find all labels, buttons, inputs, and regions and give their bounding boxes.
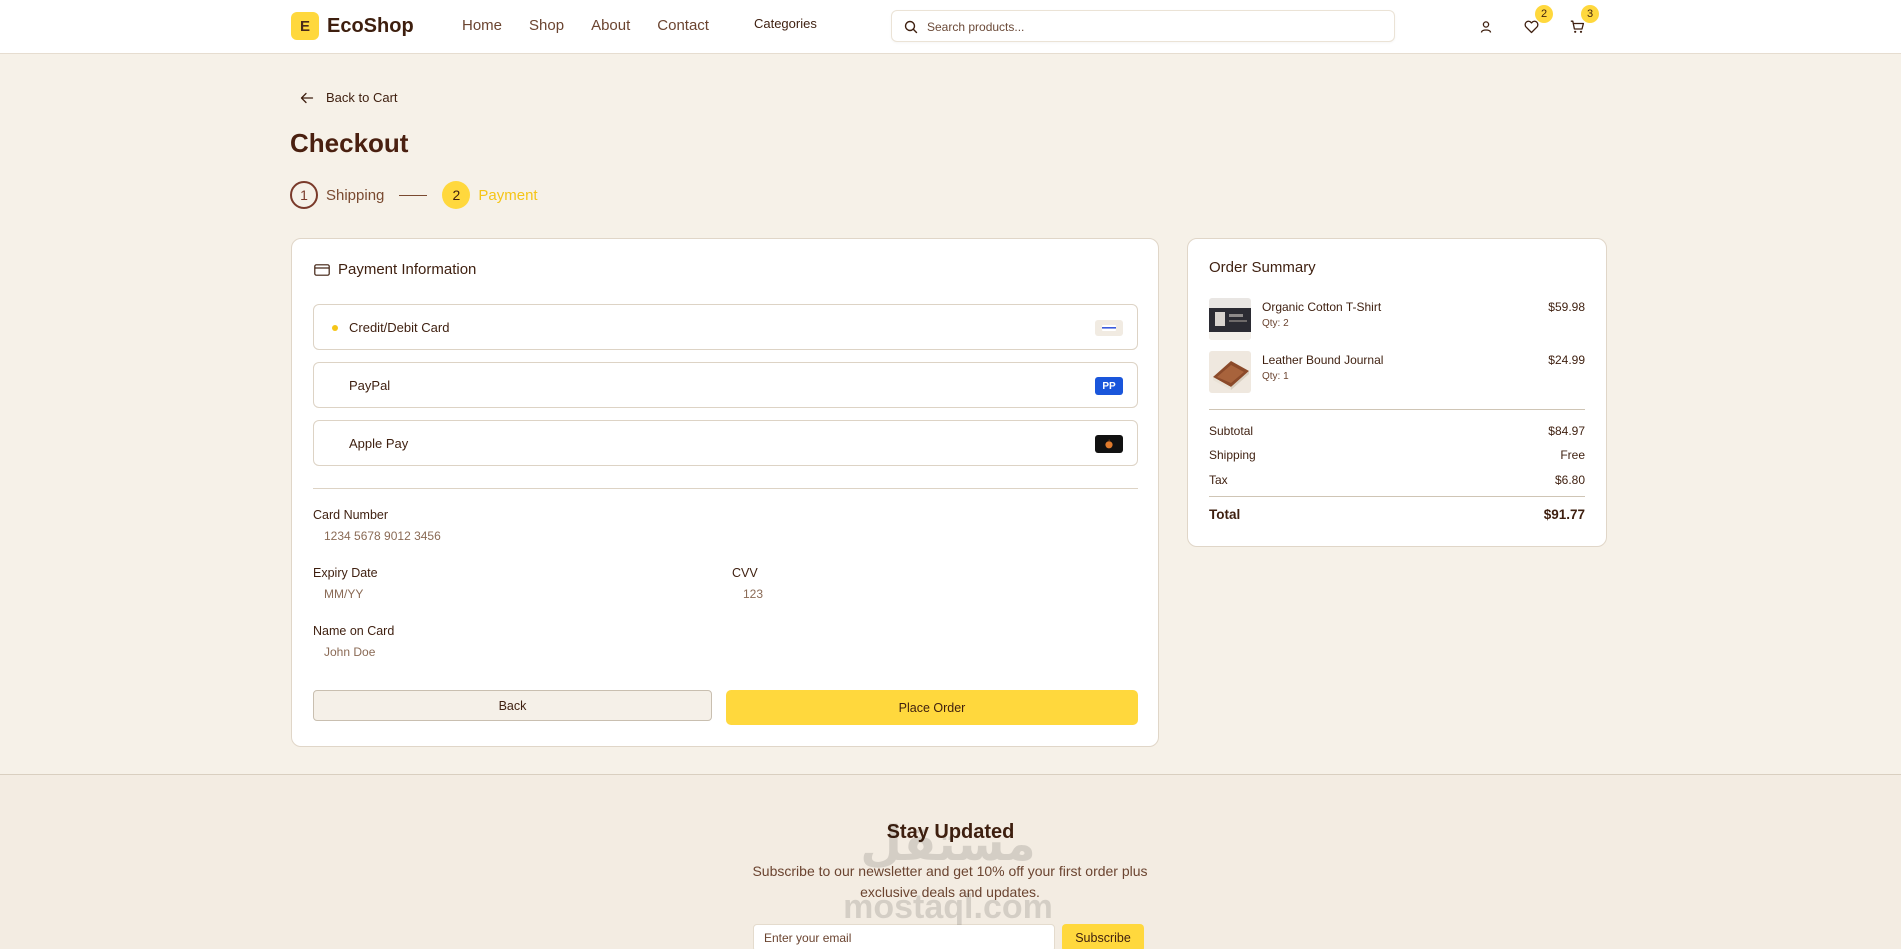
method-paypal[interactable]: PayPal PP	[313, 362, 1138, 408]
tax-row: Tax $6.80	[1209, 473, 1585, 487]
total-divider	[1209, 496, 1585, 497]
item-price: $59.98	[1548, 300, 1585, 314]
method-apple-pay-radio[interactable]	[332, 441, 338, 447]
nav-shop[interactable]: Shop	[529, 17, 564, 34]
card-number-label: Card Number	[313, 508, 389, 522]
nav-contact[interactable]: Contact	[657, 17, 709, 34]
product-thumbnail-journal	[1209, 351, 1251, 393]
cvv-input[interactable]	[743, 583, 1123, 605]
total-row: Total $91.77	[1209, 507, 1585, 522]
item-name: Organic Cotton T-Shirt	[1262, 300, 1382, 314]
cvv-label: CVV	[732, 566, 758, 580]
method-apple-pay[interactable]: Apple Pay	[313, 420, 1138, 466]
newsletter-title: Stay Updated	[886, 821, 1015, 843]
shipping-row: Shipping Free	[1209, 448, 1585, 462]
tax-value: $6.80	[1554, 473, 1585, 487]
step-shipping[interactable]: 1 Shipping	[290, 181, 384, 209]
method-apple-pay-label: Apple Pay	[349, 436, 409, 451]
cart-count-badge: 3	[1581, 5, 1599, 23]
nav-categories[interactable]: Categories	[754, 16, 817, 33]
item-qty: Qty: 1	[1262, 371, 1289, 382]
order-summary-panel: Order Summary Organic Cotton T-Shirt Qty…	[1187, 238, 1607, 547]
step-connector	[399, 194, 428, 196]
wishlist-button[interactable]: 2	[1521, 5, 1553, 37]
subtotal-value: $84.97	[1548, 424, 1585, 438]
paypal-icon: PP	[1095, 377, 1123, 395]
back-to-cart-link[interactable]: Back to Cart	[300, 90, 398, 105]
product-thumbnail-tshirt	[1209, 298, 1251, 340]
subtotal-label: Subtotal	[1209, 424, 1254, 438]
total-value: $91.77	[1543, 507, 1585, 522]
cart-button[interactable]: 3	[1567, 5, 1599, 37]
nav-home[interactable]: Home	[462, 17, 502, 34]
site-header: E EcoShop Home Shop About Contact Catego…	[0, 0, 1901, 54]
summary-item: Organic Cotton T-Shirt Qty: 2 $59.98	[1209, 298, 1585, 342]
summary-item: Leather Bound Journal Qty: 1 $24.99	[1209, 351, 1585, 395]
summary-divider	[1209, 409, 1585, 410]
subscribe-button[interactable]: Subscribe	[1062, 924, 1144, 949]
subtotal-row: Subtotal $84.97	[1209, 424, 1585, 438]
step-shipping-label: Shipping	[326, 186, 385, 204]
total-label: Total	[1209, 507, 1241, 522]
step-shipping-number: 1	[290, 181, 318, 209]
method-credit-card-radio[interactable]	[332, 325, 338, 331]
card-number-input[interactable]	[324, 525, 824, 547]
shipping-label: Shipping	[1209, 448, 1256, 462]
logo[interactable]: E EcoShop	[291, 12, 414, 40]
user-icon[interactable]	[1476, 17, 1496, 37]
method-paypal-label: PayPal	[349, 378, 391, 393]
name-on-card-label: Name on Card	[313, 624, 395, 638]
newsletter-text: Subscribe to our newsletter and get 10% …	[752, 863, 1148, 900]
name-on-card-input[interactable]	[324, 641, 824, 663]
back-button[interactable]: Back	[313, 690, 712, 721]
order-summary-title: Order Summary	[1209, 259, 1316, 276]
search-icon	[904, 20, 918, 34]
step-payment-number: 2	[442, 181, 471, 209]
tax-label: Tax	[1209, 473, 1228, 487]
place-order-button[interactable]: Place Order	[726, 690, 1138, 725]
logo-badge: E	[291, 12, 319, 40]
step-payment-label: Payment	[478, 186, 538, 204]
payment-divider	[313, 488, 1138, 489]
item-name: Leather Bound Journal	[1262, 353, 1384, 367]
search-input[interactable]	[927, 17, 1367, 37]
page-title: Checkout	[290, 128, 409, 158]
item-qty: Qty: 2	[1262, 318, 1289, 329]
apple-pay-icon	[1095, 435, 1123, 453]
item-price: $24.99	[1548, 353, 1585, 367]
method-paypal-radio[interactable]	[332, 383, 338, 389]
wishlist-count-badge: 2	[1535, 5, 1553, 23]
method-credit-card[interactable]: Credit/Debit Card	[313, 304, 1138, 350]
heart-icon	[1524, 20, 1538, 34]
expiry-date-label: Expiry Date	[313, 566, 378, 580]
shipping-value: Free	[1560, 448, 1585, 462]
nav-about[interactable]: About	[591, 17, 630, 34]
card-brand-icon	[1095, 320, 1123, 336]
arrow-left-icon	[300, 92, 314, 103]
payment-panel: Payment Information Credit/Debit Card Pa…	[291, 238, 1159, 747]
method-credit-card-label: Credit/Debit Card	[349, 320, 450, 335]
newsletter-section: Stay Updated Subscribe to our newsletter…	[0, 774, 1901, 949]
main-nav: Home Shop About Contact Categories	[462, 16, 817, 34]
search-bar	[891, 10, 1395, 42]
step-payment: 2 Payment	[442, 181, 538, 209]
newsletter-email-input[interactable]	[753, 924, 1055, 949]
logo-text: EcoShop	[327, 14, 414, 37]
back-to-cart-label: Back to Cart	[326, 90, 398, 105]
expiry-date-input[interactable]	[324, 583, 704, 605]
cart-icon	[1570, 20, 1584, 33]
payment-heading: Payment Information	[314, 261, 476, 278]
checkout-stepper: 1 Shipping 2 Payment	[290, 181, 538, 209]
payment-heading-text: Payment Information	[338, 261, 477, 278]
credit-card-icon	[314, 263, 330, 276]
